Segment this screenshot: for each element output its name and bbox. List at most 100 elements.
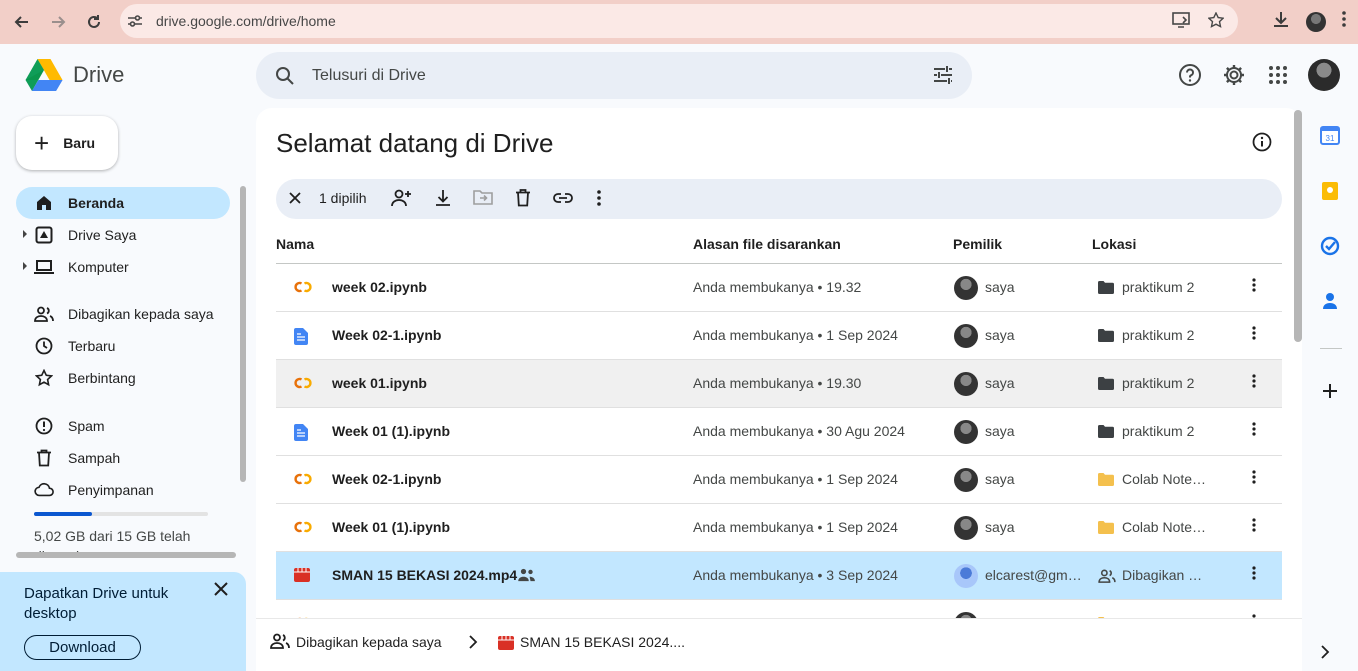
more-options-icon[interactable] [1252, 326, 1256, 345]
file-row[interactable]: week 02.ipynb Anda membukanya • 19.32 saya… [276, 264, 1282, 312]
tasks-icon[interactable] [1320, 236, 1340, 256]
location-link[interactable]: Colab Notebooks [1122, 519, 1208, 535]
location-link[interactable]: Colab Notebooks [1122, 471, 1208, 487]
add-addon-plus-icon[interactable] [1320, 381, 1340, 401]
file-name[interactable]: SMAN 15 BEKASI 2024.mp4 [332, 567, 517, 583]
forward-icon[interactable] [46, 10, 70, 34]
profile-avatar[interactable] [1306, 11, 1326, 32]
column-header-location[interactable]: Lokasi [1092, 236, 1136, 252]
main-scrollbar[interactable] [1294, 110, 1302, 342]
copy-link-icon[interactable] [552, 188, 574, 213]
close-icon[interactable] [214, 580, 228, 601]
expand-caret-icon[interactable] [23, 230, 27, 238]
sidebar-item-computers[interactable]: Komputer [16, 251, 230, 283]
sidebar-item-spam[interactable]: Spam [16, 410, 230, 442]
location-link[interactable]: praktikum 2 [1122, 375, 1208, 391]
sidebar-item-home[interactable]: Beranda [16, 187, 230, 219]
download-button[interactable]: Download [24, 635, 141, 660]
chevron-right-icon[interactable] [1320, 645, 1340, 665]
file-row[interactable]: SMAN 15 BEKASI 2024.mp4 Anda membukanya •… [276, 552, 1282, 600]
clear-selection-icon[interactable] [286, 189, 304, 212]
file-name[interactable]: Week 02-1.ipynb [332, 471, 441, 487]
search-icon[interactable] [274, 65, 296, 87]
sidebar-item-starred[interactable]: Berbintang [16, 362, 230, 394]
breadcrumb-file-name[interactable]: SMAN 15 BEKASI 2024.... [520, 634, 685, 650]
info-icon[interactable] [1252, 132, 1272, 157]
sidebar-item-recent[interactable]: Terbaru [16, 330, 230, 362]
more-options-icon[interactable] [1252, 566, 1256, 585]
share-person-add-icon[interactable] [390, 188, 412, 213]
sidebar-item-label: Beranda [68, 195, 125, 211]
more-options-icon[interactable] [1252, 518, 1256, 537]
colab-file-icon [294, 520, 312, 536]
download-file-icon[interactable] [434, 188, 452, 213]
file-row[interactable]: Week 01 (1).ipynb Anda membukanya • 1 Sep… [276, 504, 1282, 552]
location-link[interactable]: praktikum 2 [1122, 327, 1208, 343]
account-avatar[interactable] [1308, 59, 1340, 91]
file-name[interactable]: week 01.ipynb [332, 375, 427, 391]
more-actions-icon[interactable] [596, 188, 602, 213]
browser-menu-icon[interactable] [1342, 11, 1346, 32]
drive-logo[interactable]: Drive [25, 58, 124, 92]
sidebar-item-label: Spam [68, 418, 105, 434]
calendar-icon[interactable]: 31 [1320, 125, 1340, 145]
search-input[interactable]: Telusuri di Drive [312, 67, 426, 85]
move-to-folder-icon[interactable] [473, 188, 493, 213]
plus-icon: + [34, 127, 50, 158]
suggestion-reason: Anda membukanya • 1 Sep 2024 [693, 471, 898, 487]
sidebar-item-trash[interactable]: Sampah [16, 442, 230, 474]
cloud-icon [34, 481, 54, 499]
file-row[interactable]: Week 02-1.ipynb Anda membukanya • 1 Sep 2… [276, 312, 1282, 360]
sidebar-item-my-drive[interactable]: Drive Saya [16, 219, 230, 251]
apps-grid-icon[interactable] [1266, 63, 1290, 92]
owner-name: saya [985, 279, 1015, 295]
reload-icon[interactable] [82, 10, 106, 34]
file-name[interactable]: week 02.ipynb [332, 279, 427, 295]
sidebar-item-shared[interactable]: Dibagikan kepada saya [16, 298, 230, 330]
url-text[interactable]: drive.google.com/drive/home [156, 13, 336, 29]
download-icon[interactable] [1272, 10, 1290, 33]
address-bar[interactable]: drive.google.com/drive/home [120, 4, 1238, 38]
location-link[interactable]: Dibagikan kepada saya [1122, 567, 1208, 583]
column-header-reason[interactable]: Alasan file disarankan [693, 236, 841, 252]
file-name[interactable]: Week 01 (1).ipynb [332, 519, 450, 535]
sidebar-scrollbar[interactable] [240, 186, 246, 482]
more-options-icon[interactable] [1252, 374, 1256, 393]
spam-icon [34, 417, 54, 435]
colab-file-icon [294, 376, 312, 392]
more-options-icon[interactable] [1252, 470, 1256, 489]
star-bookmark-icon[interactable] [1207, 11, 1225, 33]
site-info-icon[interactable] [126, 12, 144, 30]
file-name[interactable]: Week 01 (1).ipynb [332, 423, 450, 439]
location-link[interactable]: praktikum 2 [1122, 279, 1208, 295]
new-button[interactable]: + Baru [16, 116, 118, 170]
more-options-icon[interactable] [1252, 422, 1256, 441]
more-options-icon[interactable] [1252, 278, 1256, 297]
help-icon[interactable] [1178, 63, 1202, 92]
keep-icon[interactable] [1320, 181, 1340, 201]
suggestion-reason: Anda membukanya • 3 Sep 2024 [693, 567, 898, 583]
file-name[interactable]: Week 02-1.ipynb [332, 327, 441, 343]
column-header-name[interactable]: Nama [276, 236, 314, 252]
column-header-owner[interactable]: Pemilik [953, 236, 1002, 252]
expand-caret-icon[interactable] [23, 262, 27, 270]
contacts-icon[interactable] [1320, 291, 1340, 311]
settings-gear-icon[interactable] [1222, 63, 1246, 92]
install-app-icon[interactable] [1172, 12, 1190, 33]
sidebar-horizontal-scrollbar[interactable] [16, 552, 236, 558]
sidebar-item-storage[interactable]: Penyimpanan [16, 474, 230, 506]
file-row[interactable]: week 01.ipynb Anda membukanya • 19.30 saya… [276, 360, 1282, 408]
back-icon[interactable] [10, 10, 34, 34]
file-row[interactable]: Week 01 (1).ipynb Anda membukanya • 30 Ag… [276, 408, 1282, 456]
delete-icon[interactable] [515, 188, 531, 213]
owner-name: elcarest@gmail.com [985, 567, 1085, 583]
folder-icon [1098, 473, 1114, 489]
search-bar[interactable]: Telusuri di Drive [256, 52, 972, 99]
search-options-icon[interactable] [932, 64, 954, 91]
file-row[interactable]: Week 02-1.ipynb Anda membukanya • 1 Sep 2… [276, 456, 1282, 504]
shared-icon [1098, 569, 1116, 586]
video-file-icon [294, 568, 312, 584]
promo-text: Dapatkan Drive untuk desktop [24, 585, 169, 622]
breadcrumb-shared-link[interactable]: Dibagikan kepada saya [296, 634, 442, 650]
location-link[interactable]: praktikum 2 [1122, 423, 1208, 439]
